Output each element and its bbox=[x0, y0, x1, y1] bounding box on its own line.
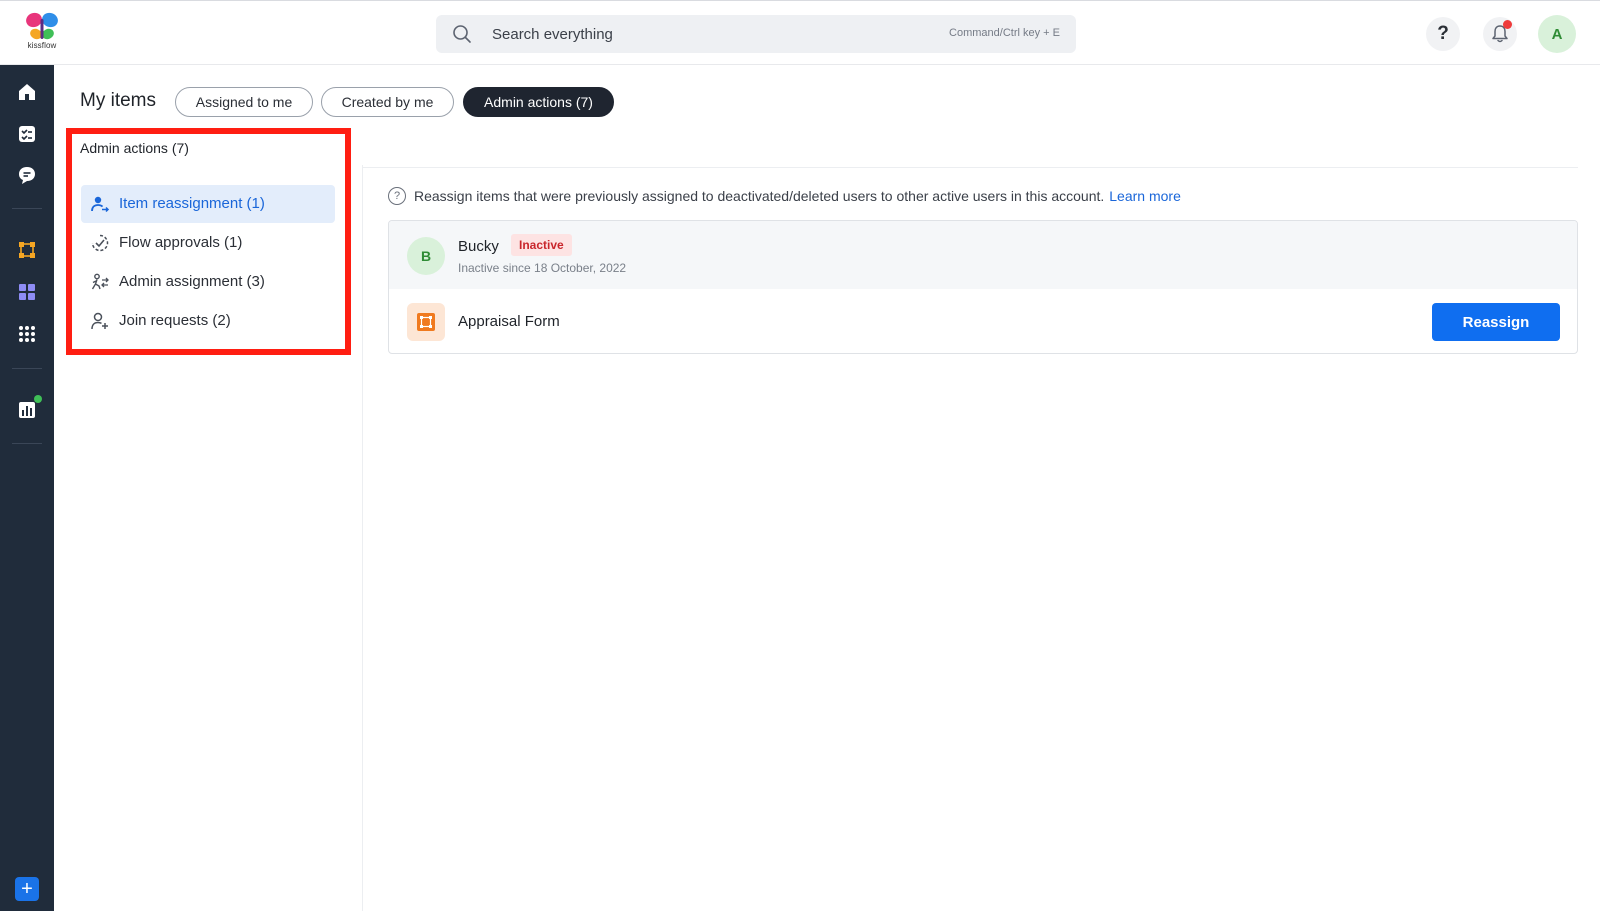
info-message: ? Reassign items that were previously as… bbox=[388, 186, 1181, 206]
tasks-icon[interactable] bbox=[15, 122, 39, 146]
notifications-button[interactable] bbox=[1483, 17, 1517, 51]
sidebar-item-flow-approvals[interactable]: Flow approvals (1) bbox=[81, 224, 335, 262]
reassignment-card: B Bucky Inactive Inactive since 18 Octob… bbox=[388, 220, 1578, 354]
logo-text: kissflow bbox=[27, 41, 57, 50]
form-name: Appraisal Form bbox=[458, 313, 560, 330]
search-shortcut-hint: Command/Ctrl key + E bbox=[949, 27, 1060, 39]
user-add-icon bbox=[91, 312, 108, 330]
learn-more-link[interactable]: Learn more bbox=[1109, 188, 1181, 204]
left-nav-rail bbox=[0, 65, 54, 911]
app-grid-icon[interactable] bbox=[15, 322, 39, 346]
help-icon: ? bbox=[1437, 23, 1449, 44]
top-bar: kissflow Command/Ctrl key + E ? A bbox=[0, 0, 1600, 65]
search-icon bbox=[453, 25, 471, 43]
sidebar-item-item-reassignment[interactable]: Item reassignment (1) bbox=[81, 185, 335, 223]
content-divider bbox=[362, 165, 363, 911]
analytics-icon[interactable] bbox=[15, 395, 42, 422]
sidebar-item-label: Flow approvals (1) bbox=[119, 234, 243, 251]
sidebar-title: Admin actions (7) bbox=[80, 140, 189, 156]
flows-icon[interactable] bbox=[15, 238, 39, 262]
info-text: Reassign items that were previously assi… bbox=[414, 188, 1105, 204]
tab-assigned-to-me[interactable]: Assigned to me bbox=[175, 87, 313, 117]
sidebar-item-label: Join requests (2) bbox=[119, 312, 231, 329]
sidebar-item-admin-assignment[interactable]: Admin assignment (3) bbox=[81, 263, 335, 301]
admin-transfer-icon bbox=[91, 273, 109, 290]
flow-form-icon bbox=[407, 303, 445, 341]
status-dot bbox=[34, 395, 42, 403]
tab-admin-actions[interactable]: Admin actions (7) bbox=[463, 87, 614, 117]
rail-divider bbox=[12, 368, 42, 369]
user-avatar[interactable]: A bbox=[1538, 15, 1576, 53]
help-button[interactable]: ? bbox=[1426, 17, 1460, 51]
user-name: Bucky bbox=[458, 238, 499, 255]
butterfly-logo-icon bbox=[26, 12, 58, 40]
sidebar-item-join-requests[interactable]: Join requests (2) bbox=[81, 302, 335, 340]
create-new-button[interactable]: + bbox=[15, 877, 39, 901]
tab-created-by-me[interactable]: Created by me bbox=[321, 87, 454, 117]
notification-dot bbox=[1503, 20, 1512, 29]
help-circle-icon: ? bbox=[388, 187, 406, 205]
rail-divider bbox=[12, 443, 42, 444]
user-header: B Bucky Inactive Inactive since 18 Octob… bbox=[389, 221, 1577, 289]
reassign-button[interactable]: Reassign bbox=[1432, 303, 1560, 341]
approval-check-icon bbox=[91, 234, 109, 252]
kissflow-logo[interactable]: kissflow bbox=[22, 11, 62, 55]
user-reassign-icon bbox=[91, 196, 110, 213]
inactive-since-text: Inactive since 18 October, 2022 bbox=[458, 261, 627, 275]
avatar: B bbox=[407, 237, 445, 275]
content-divider bbox=[362, 167, 1578, 168]
status-badge: Inactive bbox=[511, 234, 572, 256]
sidebar-item-label: Item reassignment (1) bbox=[119, 195, 265, 212]
chat-icon[interactable] bbox=[15, 163, 39, 187]
rail-divider bbox=[12, 208, 42, 209]
search-input[interactable] bbox=[492, 15, 922, 53]
home-icon[interactable] bbox=[15, 80, 39, 104]
sidebar-item-label: Admin assignment (3) bbox=[119, 273, 265, 290]
search-bar[interactable]: Command/Ctrl key + E bbox=[436, 15, 1076, 53]
apps-icon[interactable] bbox=[15, 280, 39, 304]
page-title: My items bbox=[80, 90, 156, 111]
